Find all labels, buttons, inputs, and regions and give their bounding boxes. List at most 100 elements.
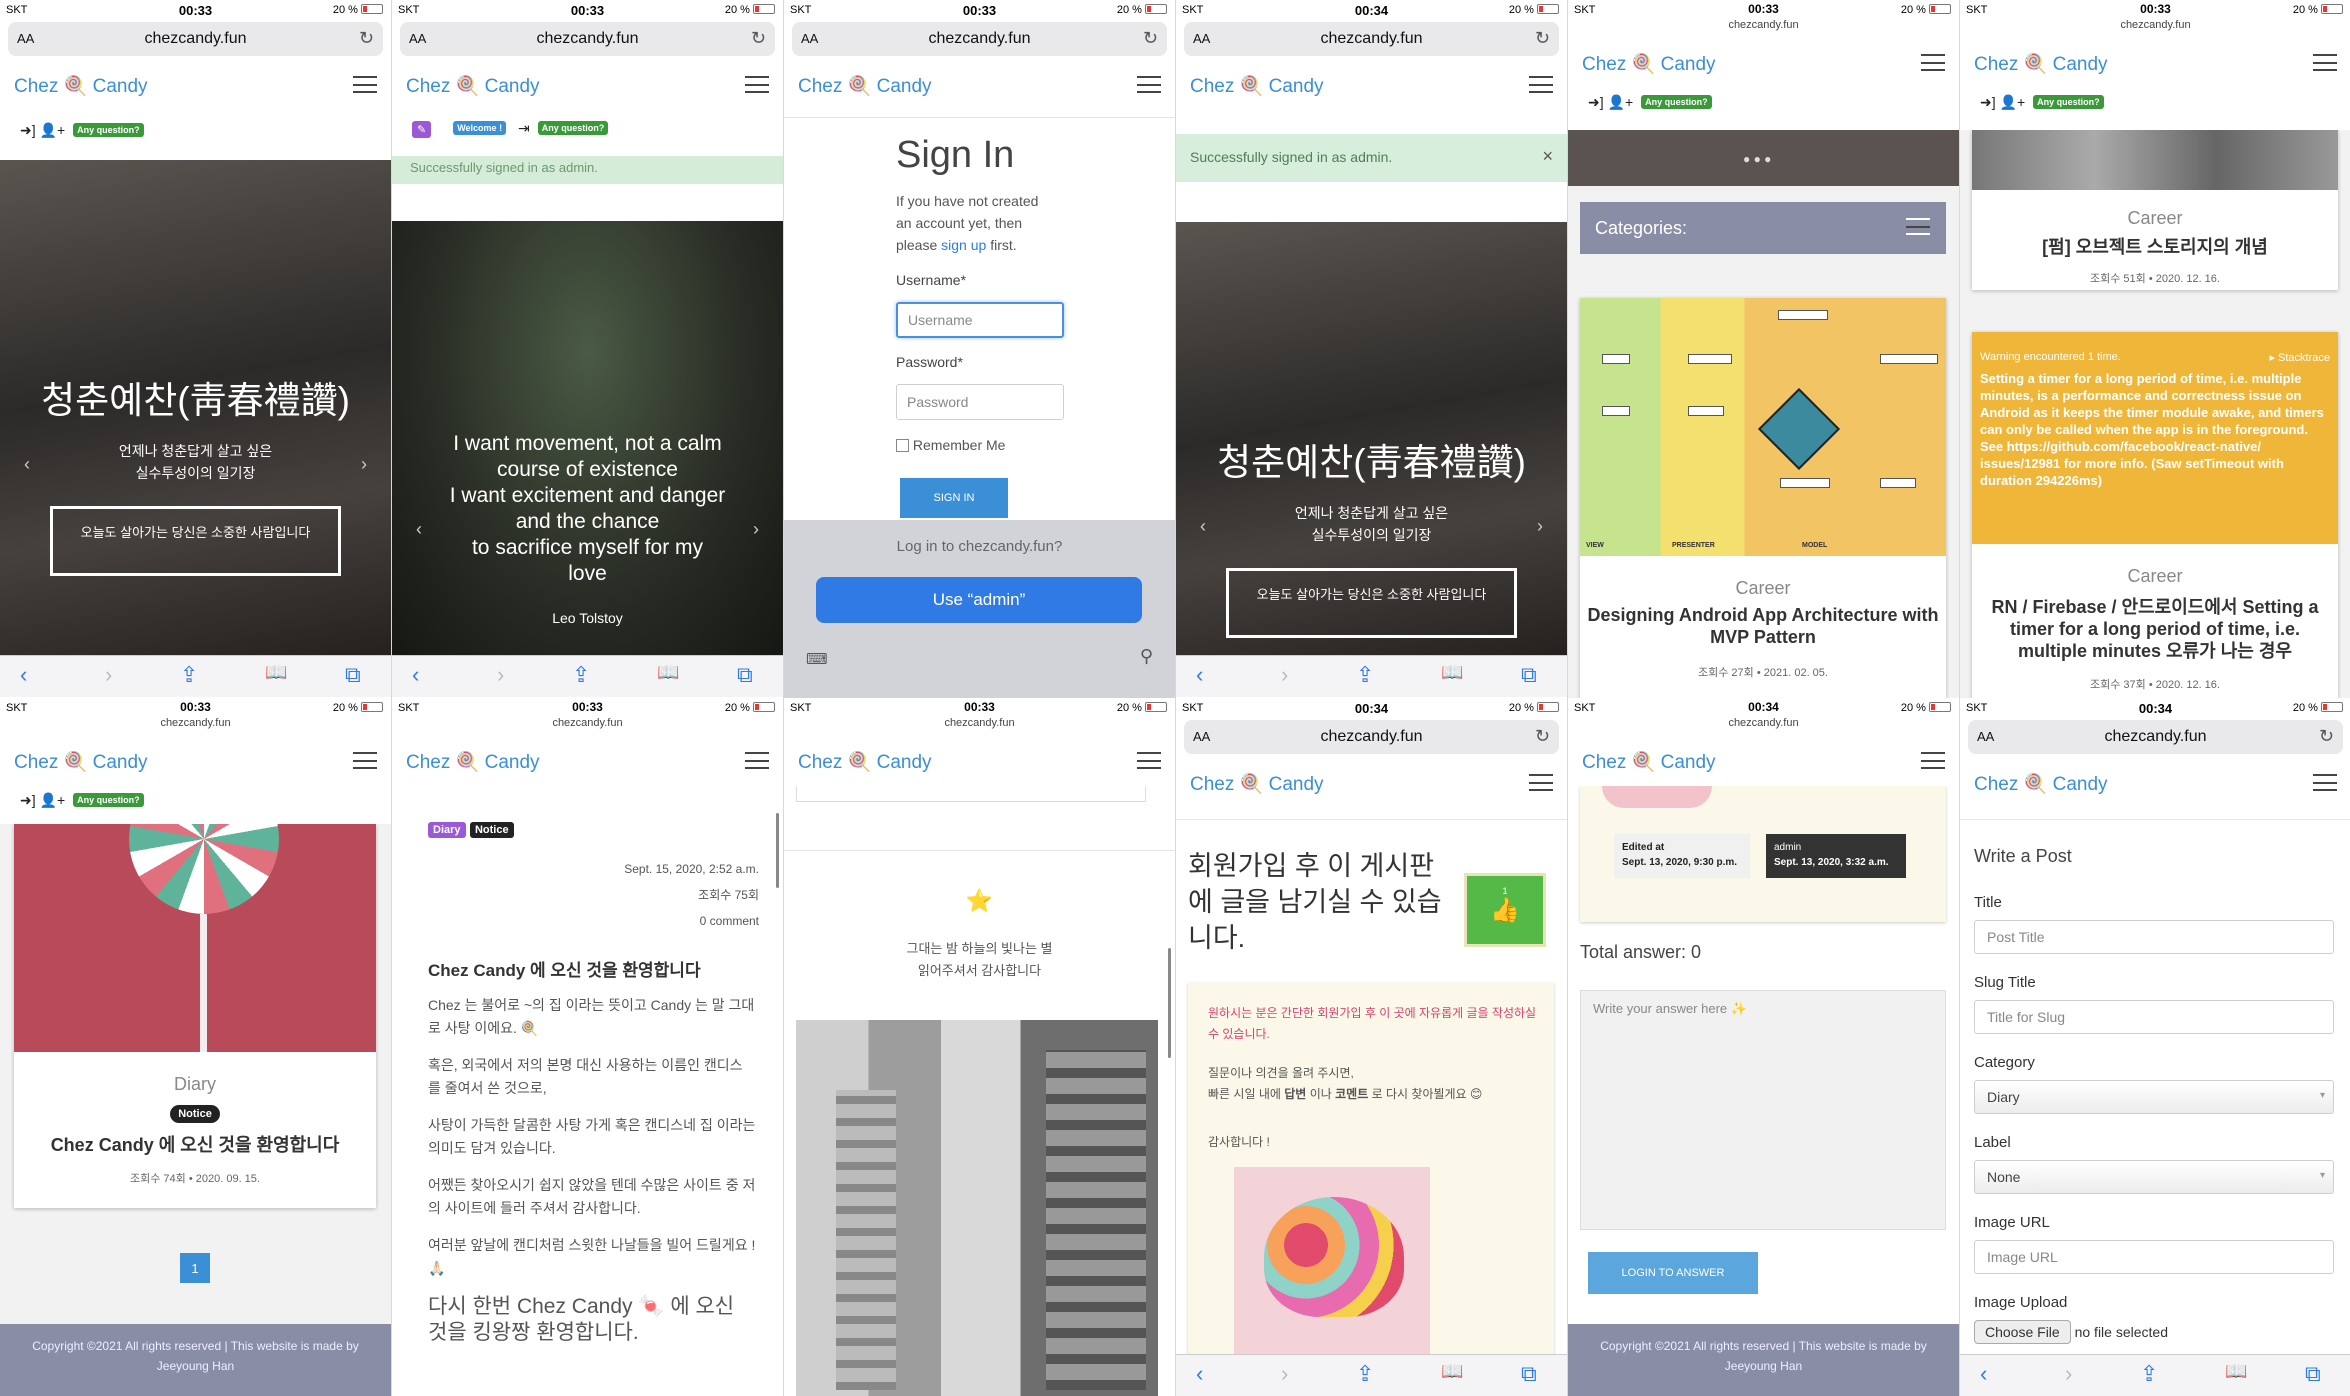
post-card-rn-timer[interactable]: Warning encountered 1 time. ▸ Stacktrace… (1972, 332, 2338, 698)
brand-logo[interactable]: Chez 🍭 Candy (14, 74, 148, 98)
brand-logo[interactable]: Chez 🍭 Candy (798, 74, 932, 98)
bookmarks-icon[interactable]: 📖 (657, 662, 679, 683)
menu-icon[interactable] (745, 76, 769, 93)
forward-icon[interactable]: › (2065, 1361, 2072, 1387)
share-icon[interactable]: ⇪ (572, 662, 590, 688)
menu-icon[interactable] (1529, 76, 1553, 93)
menu-icon[interactable] (2313, 774, 2337, 791)
forward-icon[interactable]: › (105, 662, 112, 688)
write-icon[interactable]: ✎ (412, 121, 432, 138)
brand-logo[interactable]: Chez 🍭 Candy (14, 750, 148, 774)
hero-carousel[interactable]: 청춘예찬(靑春禮讚) 언제나 청춘답게 살고 싶은 실수투성이의 일기장 오늘도 … (0, 160, 391, 655)
brand-logo[interactable]: Chez 🍭 Candy (1582, 750, 1716, 774)
brand-logo[interactable]: Chez 🍭 Candy (1582, 52, 1716, 76)
next-arrow-icon[interactable]: › (361, 454, 367, 475)
post-card-mvp[interactable]: VIEW PRESENTER MODEL Career Designing An… (1580, 298, 1946, 698)
forward-icon[interactable]: › (1281, 1361, 1288, 1387)
use-admin-button[interactable]: Use “admin” (816, 577, 1142, 623)
forward-icon[interactable]: › (1281, 662, 1288, 688)
brand-logo[interactable]: Chez 🍭 Candy (1974, 772, 2108, 796)
share-icon[interactable]: ⇪ (2140, 1361, 2158, 1387)
post-card-diary[interactable]: Diary Notice Chez Candy 에 오신 것을 환영합니다 조회… (14, 824, 376, 1208)
password-input[interactable]: Password (896, 384, 1064, 420)
login-icon[interactable]: ➜] (20, 122, 36, 138)
remember-checkbox[interactable]: Remember Me (896, 437, 1005, 453)
bookmarks-icon[interactable]: 📖 (265, 662, 287, 683)
hero-button[interactable]: 오늘도 살아가는 당신은 소중한 사람입니다 (50, 506, 341, 576)
bookmarks-icon[interactable]: 📖 (2225, 1361, 2247, 1382)
address-bar[interactable]: AA chezcandy.fun ↻ (1184, 720, 1559, 754)
prev-arrow-icon[interactable]: ‹ (1200, 516, 1206, 537)
post-card-storage[interactable]: Career [펌] 오브젝트 스토리지의 개념 조회수 51회 • 2020.… (1972, 130, 2338, 290)
menu-icon[interactable] (1137, 752, 1161, 769)
any-question-badge[interactable]: Any question? (73, 793, 144, 807)
share-icon[interactable]: ⇪ (1356, 1361, 1374, 1387)
choose-file-button[interactable]: Choose File (1974, 1320, 2071, 1344)
post-title[interactable]: [펌] 오브젝트 스토리지의 개념 (1972, 236, 2338, 258)
brand-logo[interactable]: Chez 🍭 Candy (798, 750, 932, 774)
username-input[interactable]: Username (896, 302, 1064, 338)
address-bar[interactable]: AA chezcandy.fun ↻ (1184, 22, 1559, 56)
brand-logo[interactable]: Chez 🍭 Candy (406, 74, 540, 98)
prev-arrow-icon[interactable]: ‹ (416, 519, 422, 540)
tabs-icon[interactable]: ⧉ (2305, 1361, 2321, 1387)
logout-icon[interactable]: ⇥ (518, 120, 530, 136)
address-bar[interactable]: AA chezcandy.fun ↻ (400, 22, 775, 56)
any-question-badge[interactable]: Any question? (1641, 95, 1712, 109)
post-title[interactable]: Chez Candy 에 오신 것을 환영합니다 (14, 1134, 376, 1156)
hero-button[interactable]: 오늘도 살아가는 당신은 소중한 사람입니다 (1226, 568, 1517, 638)
next-arrow-icon[interactable]: › (753, 519, 759, 540)
carousel-dots[interactable]: ● ● ● (1743, 152, 1771, 166)
label-select[interactable]: None ▾ (1974, 1160, 2334, 1194)
post-title[interactable]: RN / Firebase / 안드로이드에서 Setting a timer … (1982, 596, 2328, 662)
close-icon[interactable]: × (1542, 146, 1553, 167)
add-user-icon[interactable]: 👤+ (1608, 94, 1634, 110)
menu-icon[interactable] (1921, 752, 1945, 769)
share-icon[interactable]: ⇪ (180, 662, 198, 688)
image-url-input[interactable]: Image URL (1974, 1240, 2334, 1274)
tabs-icon[interactable]: ⧉ (1521, 662, 1537, 688)
categories-menu-icon[interactable] (1906, 218, 1930, 235)
brand-logo[interactable]: Chez 🍭 Candy (1974, 52, 2108, 76)
slug-input[interactable]: Title for Slug (1974, 1000, 2334, 1034)
menu-icon[interactable] (1529, 774, 1553, 791)
tabs-icon[interactable]: ⧉ (345, 662, 361, 688)
brand-logo[interactable]: Chez 🍭 Candy (1190, 772, 1324, 796)
any-question-badge[interactable]: Any question? (73, 123, 144, 137)
key-icon[interactable]: ⚲ (1140, 646, 1153, 667)
login-icon[interactable]: ➜] (1588, 94, 1604, 110)
menu-icon[interactable] (353, 76, 377, 93)
login-to-answer-button[interactable]: LOGIN TO ANSWER (1588, 1252, 1758, 1294)
bookmarks-icon[interactable]: 📖 (1441, 1361, 1463, 1382)
tabs-icon[interactable]: ⧉ (737, 662, 753, 688)
keyboard-icon[interactable]: ⌨ (806, 650, 828, 668)
back-icon[interactable]: ‹ (20, 662, 27, 688)
title-input[interactable]: Post Title (1974, 920, 2334, 954)
answer-textarea[interactable]: Write your answer here ✨ (1580, 990, 1946, 1230)
scrollbar[interactable] (1168, 948, 1171, 1058)
any-question-badge[interactable]: Any question? (2033, 95, 2104, 109)
hero-carousel[interactable]: 청춘예찬(靑春禮讚) 언제나 청춘답게 살고 싶은 실수투성이의 일기장 오늘도 … (1176, 222, 1567, 655)
menu-icon[interactable] (745, 752, 769, 769)
next-arrow-icon[interactable]: › (1537, 516, 1543, 537)
any-question-badge[interactable]: Any question? (537, 121, 609, 135)
address-bar[interactable]: AA chezcandy.fun ↻ (8, 22, 383, 56)
post-title[interactable]: Designing Android App Architecture with … (1580, 604, 1946, 648)
add-user-icon[interactable]: 👤+ (40, 792, 66, 808)
category-select[interactable]: Diary ▾ (1974, 1080, 2334, 1114)
signup-link[interactable]: sign up (941, 237, 986, 253)
menu-icon[interactable] (1137, 76, 1161, 93)
login-icon[interactable]: ➜] (1980, 94, 1996, 110)
like-button[interactable]: 1 👍 (1464, 873, 1546, 947)
prev-arrow-icon[interactable]: ‹ (24, 454, 30, 475)
back-icon[interactable]: ‹ (1196, 662, 1203, 688)
share-icon[interactable]: ⇪ (1356, 662, 1374, 688)
tabs-icon[interactable]: ⧉ (1521, 1361, 1537, 1387)
menu-icon[interactable] (1921, 54, 1945, 71)
signin-button[interactable]: SIGN IN (900, 478, 1008, 518)
back-icon[interactable]: ‹ (412, 662, 419, 688)
scrollbar[interactable] (776, 813, 779, 888)
forward-icon[interactable]: › (497, 662, 504, 688)
pagination-page[interactable]: 1 (180, 1253, 210, 1283)
add-user-icon[interactable]: 👤+ (2000, 94, 2026, 110)
